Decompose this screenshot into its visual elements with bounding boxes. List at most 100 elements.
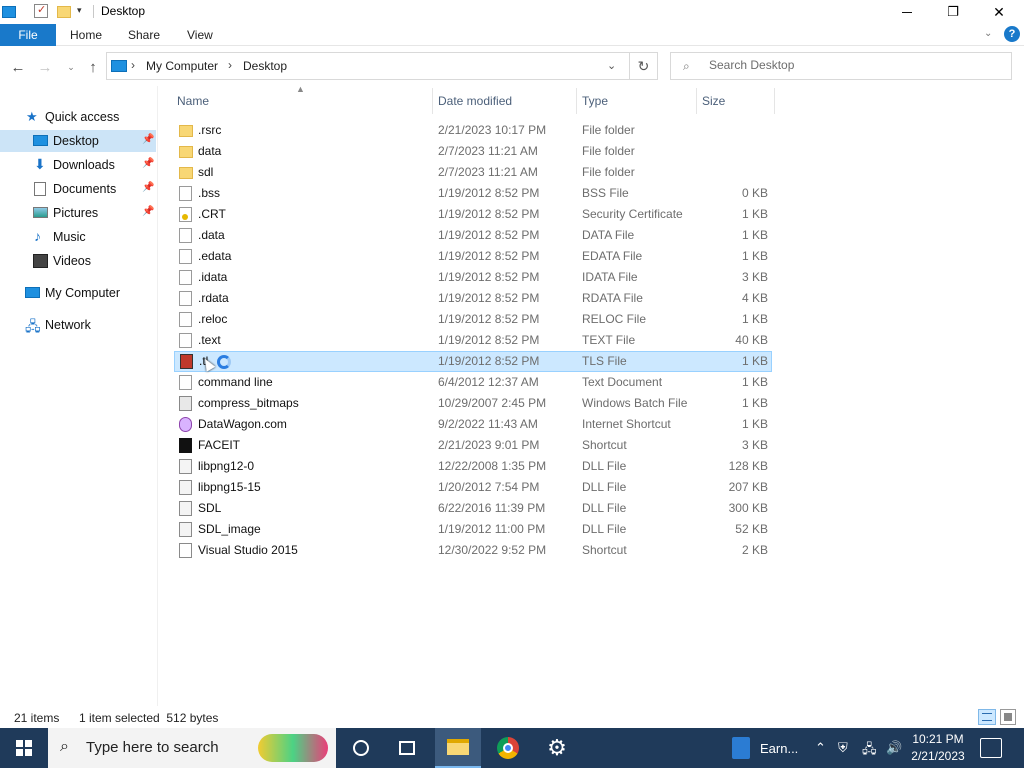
table-row[interactable]: compress_bitmaps 10/29/2007 2:45 PM Window… — [174, 393, 772, 414]
sidebar-item-label: My Computer — [45, 286, 121, 300]
volume-icon[interactable]: 🔊 — [886, 740, 902, 756]
table-row[interactable]: sdl 2/7/2023 11:21 AM File folder — [174, 162, 772, 183]
column-header-size[interactable]: Size — [702, 94, 725, 112]
pane-divider[interactable] — [157, 86, 158, 706]
sidebar-item-network[interactable]: 🖧 Network — [0, 314, 156, 336]
maximize-button[interactable]: ❐ — [930, 0, 976, 24]
file-date: 12/22/2008 1:35 PM — [438, 459, 547, 473]
address-history-chevron-icon[interactable]: ⌄ — [607, 59, 616, 72]
quick-access-toolbar-dropdown-icon[interactable]: ▾ — [77, 5, 82, 16]
close-button[interactable]: ✕ — [976, 0, 1022, 24]
tls-file-icon — [180, 354, 193, 369]
show-hidden-icons-chevron-icon[interactable]: ⌃ — [815, 740, 826, 756]
chrome-icon — [497, 737, 519, 759]
column-divider[interactable] — [576, 88, 577, 114]
breadcrumb-separator-icon[interactable]: › — [131, 58, 135, 72]
computer-icon — [25, 287, 40, 298]
column-header-type[interactable]: Type — [582, 94, 608, 112]
details-view-button[interactable] — [978, 709, 996, 725]
search-input[interactable] — [709, 58, 999, 72]
up-button[interactable]: ↑ — [84, 58, 102, 76]
table-row[interactable]: data 2/7/2023 11:21 AM File folder — [174, 141, 772, 162]
tab-file[interactable]: File — [0, 24, 56, 46]
recent-locations-button[interactable]: ⌄ — [62, 58, 80, 76]
table-row[interactable]: .CRT 1/19/2012 8:52 PM Security Certificat… — [174, 204, 772, 225]
breadcrumb-desktop[interactable]: Desktop — [243, 59, 287, 73]
large-icons-view-button[interactable] — [1000, 709, 1016, 725]
back-arrow-icon: ← — [10, 58, 26, 76]
table-row[interactable]: .text 1/19/2012 8:52 PM TEXT File 40 KB — [174, 330, 772, 351]
expand-ribbon-chevron-icon[interactable]: ⌄ — [984, 28, 992, 39]
sidebar-item-my-computer[interactable]: My Computer — [0, 282, 156, 304]
clock[interactable]: 10:21 PM 2/21/2023 — [902, 731, 974, 765]
network-tray-icon[interactable]: 🖧 — [862, 740, 877, 762]
file-type: Shortcut — [582, 543, 627, 557]
notifications-icon[interactable] — [980, 738, 1002, 758]
refresh-button[interactable]: ↻ — [630, 52, 658, 80]
table-row[interactable]: .rdata 1/19/2012 8:52 PM RDATA File 4 KB — [174, 288, 772, 309]
table-row[interactable]: .reloc 1/19/2012 8:52 PM RELOC File 1 KB — [174, 309, 772, 330]
sidebar-item-pictures[interactable]: Pictures 📌 — [0, 202, 156, 224]
taskbar-search-input[interactable] — [86, 739, 266, 756]
properties-quick-icon[interactable]: ✓ — [34, 4, 48, 18]
file-date: 2/7/2023 11:21 AM — [438, 165, 538, 179]
breadcrumb-separator-icon[interactable]: › — [228, 58, 232, 72]
taskbar-earn-app[interactable]: Earn... — [724, 728, 808, 768]
table-row[interactable]: DataWagon.com 9/2/2022 11:43 AM Internet S… — [174, 414, 772, 435]
file-size: 1 KB — [741, 396, 768, 410]
cortana-button[interactable] — [338, 728, 384, 768]
sidebar-item-downloads[interactable]: ⬇ Downloads 📌 — [0, 154, 156, 176]
taskbar-chrome[interactable] — [485, 728, 531, 768]
file-date: 1/19/2012 8:52 PM — [438, 312, 540, 326]
table-row[interactable]: .data 1/19/2012 8:52 PM DATA File 1 KB — [174, 225, 772, 246]
table-row[interactable]: command line 6/4/2012 12:37 AM Text Docume… — [174, 372, 772, 393]
minimize-button[interactable] — [884, 0, 930, 24]
status-bar: 21 items 1 item selected 512 bytes — [0, 706, 1024, 728]
task-view-button[interactable] — [384, 728, 430, 768]
sidebar-item-documents[interactable]: Documents 📌 — [0, 178, 156, 200]
new-folder-quick-icon[interactable] — [57, 6, 71, 18]
address-bar[interactable]: › My Computer › Desktop ⌄ — [106, 52, 630, 80]
table-row[interactable]: SDL 6/22/2016 11:39 PM DLL File 300 KB — [174, 498, 772, 519]
column-header-date-modified[interactable]: Date modified — [438, 94, 512, 112]
column-divider[interactable] — [696, 88, 697, 114]
taskbar-file-explorer[interactable] — [435, 728, 481, 768]
start-button[interactable] — [0, 728, 48, 768]
table-row[interactable]: .bss 1/19/2012 8:52 PM BSS File 0 KB — [174, 183, 772, 204]
table-row[interactable]: libpng15-15 1/20/2012 7:54 PM DLL File 207 … — [174, 477, 772, 498]
column-header-name[interactable]: Name — [177, 94, 209, 112]
forward-button[interactable]: → — [36, 58, 54, 76]
table-row[interactable]: .rsrc 2/21/2023 10:17 PM File folder — [174, 120, 772, 141]
taskbar-settings[interactable]: ⚙ — [534, 728, 580, 768]
sidebar-item-music[interactable]: ♪ Music — [0, 226, 156, 248]
table-row[interactable]: .idata 1/19/2012 8:52 PM IDATA File 3 KB — [174, 267, 772, 288]
table-row-selected[interactable]: .tl 1/19/2012 8:52 PM TLS File 1 KB — [174, 351, 772, 372]
column-divider[interactable] — [774, 88, 775, 114]
text-document-icon — [179, 375, 192, 390]
taskbar-search[interactable]: ⌕ — [48, 728, 336, 768]
back-button[interactable]: ← — [9, 58, 27, 76]
security-tray-icon[interactable]: ⛨ — [838, 740, 848, 756]
sidebar-item-desktop[interactable]: Desktop 📌 — [0, 130, 156, 152]
file-date: 2/7/2023 11:21 AM — [438, 144, 538, 158]
search-highlight-image[interactable] — [258, 734, 328, 762]
table-row[interactable]: Visual Studio 2015 12/30/2022 9:52 PM Shor… — [174, 540, 772, 561]
tab-view[interactable]: View — [187, 28, 213, 42]
breadcrumb-my-computer[interactable]: My Computer — [146, 59, 218, 73]
column-divider[interactable] — [432, 88, 433, 114]
table-row[interactable]: libpng12-0 12/22/2008 1:35 PM DLL File 128 … — [174, 456, 772, 477]
help-button[interactable]: ? — [1004, 26, 1020, 42]
search-box[interactable]: ⌕ — [670, 52, 1012, 80]
sidebar-item-videos[interactable]: Videos — [0, 250, 156, 272]
file-name: SDL_image — [198, 522, 261, 536]
tab-home[interactable]: Home — [70, 28, 102, 42]
task-view-icon — [399, 741, 415, 755]
table-row[interactable]: .edata 1/19/2012 8:52 PM EDATA File 1 KB — [174, 246, 772, 267]
sidebar-item-quick-access[interactable]: ★ Quick access — [0, 106, 156, 128]
file-type: DLL File — [582, 459, 627, 473]
table-row[interactable]: FACEIT 2/21/2023 9:01 PM Shortcut 3 KB — [174, 435, 772, 456]
navigation-pane: ★ Quick access Desktop 📌 ⬇ Downloads 📌 D… — [0, 104, 158, 704]
file-icon — [179, 186, 192, 201]
tab-share[interactable]: Share — [128, 28, 160, 42]
table-row[interactable]: SDL_image 1/19/2012 11:00 PM DLL File 52 KB — [174, 519, 772, 540]
